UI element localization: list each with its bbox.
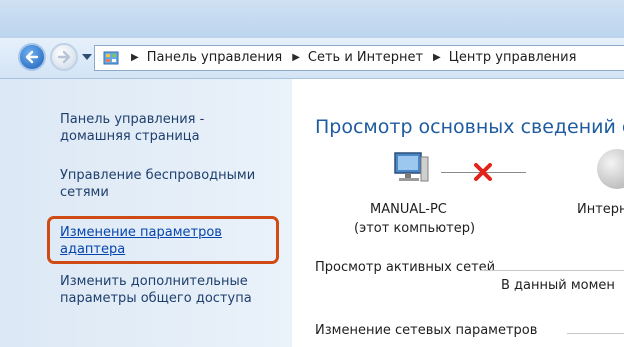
disconnected-x-icon xyxy=(474,163,492,181)
forward-arrow-icon xyxy=(57,50,71,64)
recent-pages-dropdown[interactable] xyxy=(82,54,92,60)
main-content: Просмотр основных сведений о MANUAL-PC (… xyxy=(293,79,624,347)
computer-icon xyxy=(394,152,429,182)
breadcrumb-separator-icon[interactable]: ▶ xyxy=(131,52,139,63)
sidebar-item-label: Панель управления - xyxy=(60,112,205,127)
breadcrumb-control-panel[interactable]: Панель управления xyxy=(147,50,283,65)
address-bar[interactable]: ▶ Панель управления ▶ Сеть и Интернет ▶ Центр… xyxy=(94,45,624,71)
sidebar-item-label: параметры общего доступа xyxy=(60,291,252,306)
page-title: Просмотр основных сведений о xyxy=(315,116,624,138)
change-settings-heading: Изменение сетевых параметров xyxy=(315,323,538,338)
active-networks-status: В данный момен xyxy=(501,278,615,293)
sidebar-item-manage-wireless[interactable]: Управление беспроводными сетями xyxy=(60,167,255,201)
internet-globe-icon xyxy=(597,149,624,189)
sidebar-item-label: Управление беспроводными xyxy=(60,168,256,183)
back-button[interactable] xyxy=(18,43,46,71)
sidebar-item-label: домашняя страница xyxy=(60,129,200,144)
breadcrumb-separator-icon[interactable]: ▶ xyxy=(433,52,441,63)
navigation-toolbar: ▶ Панель управления ▶ Сеть и Интернет ▶ Центр… xyxy=(0,38,624,79)
active-networks-heading: Просмотр активных сетей xyxy=(315,260,496,275)
highlight-frame xyxy=(47,216,279,264)
section-divider xyxy=(567,333,624,334)
forward-button[interactable] xyxy=(50,43,78,71)
back-arrow-icon xyxy=(25,50,39,64)
breadcrumb-network-center[interactable]: Центр управления xyxy=(449,50,577,65)
computer-name: MANUAL-PC xyxy=(370,202,447,217)
sidebar-item-control-panel-home[interactable]: Панель управления - домашняя страница xyxy=(60,111,204,145)
sidebar-item-advanced-sharing[interactable]: Изменить дополнительные параметры общего… xyxy=(60,273,252,307)
control-panel-icon xyxy=(103,51,119,65)
sidebar-item-label: сетями xyxy=(60,185,109,200)
computer-caption: (этот компьютер) xyxy=(354,221,476,236)
breadcrumb: ▶ Панель управления ▶ Сеть и Интернет ▶ Центр… xyxy=(121,50,576,65)
window-frame xyxy=(0,0,624,38)
breadcrumb-network-internet[interactable]: Сеть и Интернет xyxy=(308,50,423,65)
sidebar-item-label: Изменить дополнительные xyxy=(60,274,248,289)
breadcrumb-separator-icon[interactable]: ▶ xyxy=(292,52,300,63)
internet-label: Интерн xyxy=(577,202,624,217)
sidebar: Панель управления - домашняя страница Уп… xyxy=(0,79,292,347)
section-divider xyxy=(480,270,624,271)
